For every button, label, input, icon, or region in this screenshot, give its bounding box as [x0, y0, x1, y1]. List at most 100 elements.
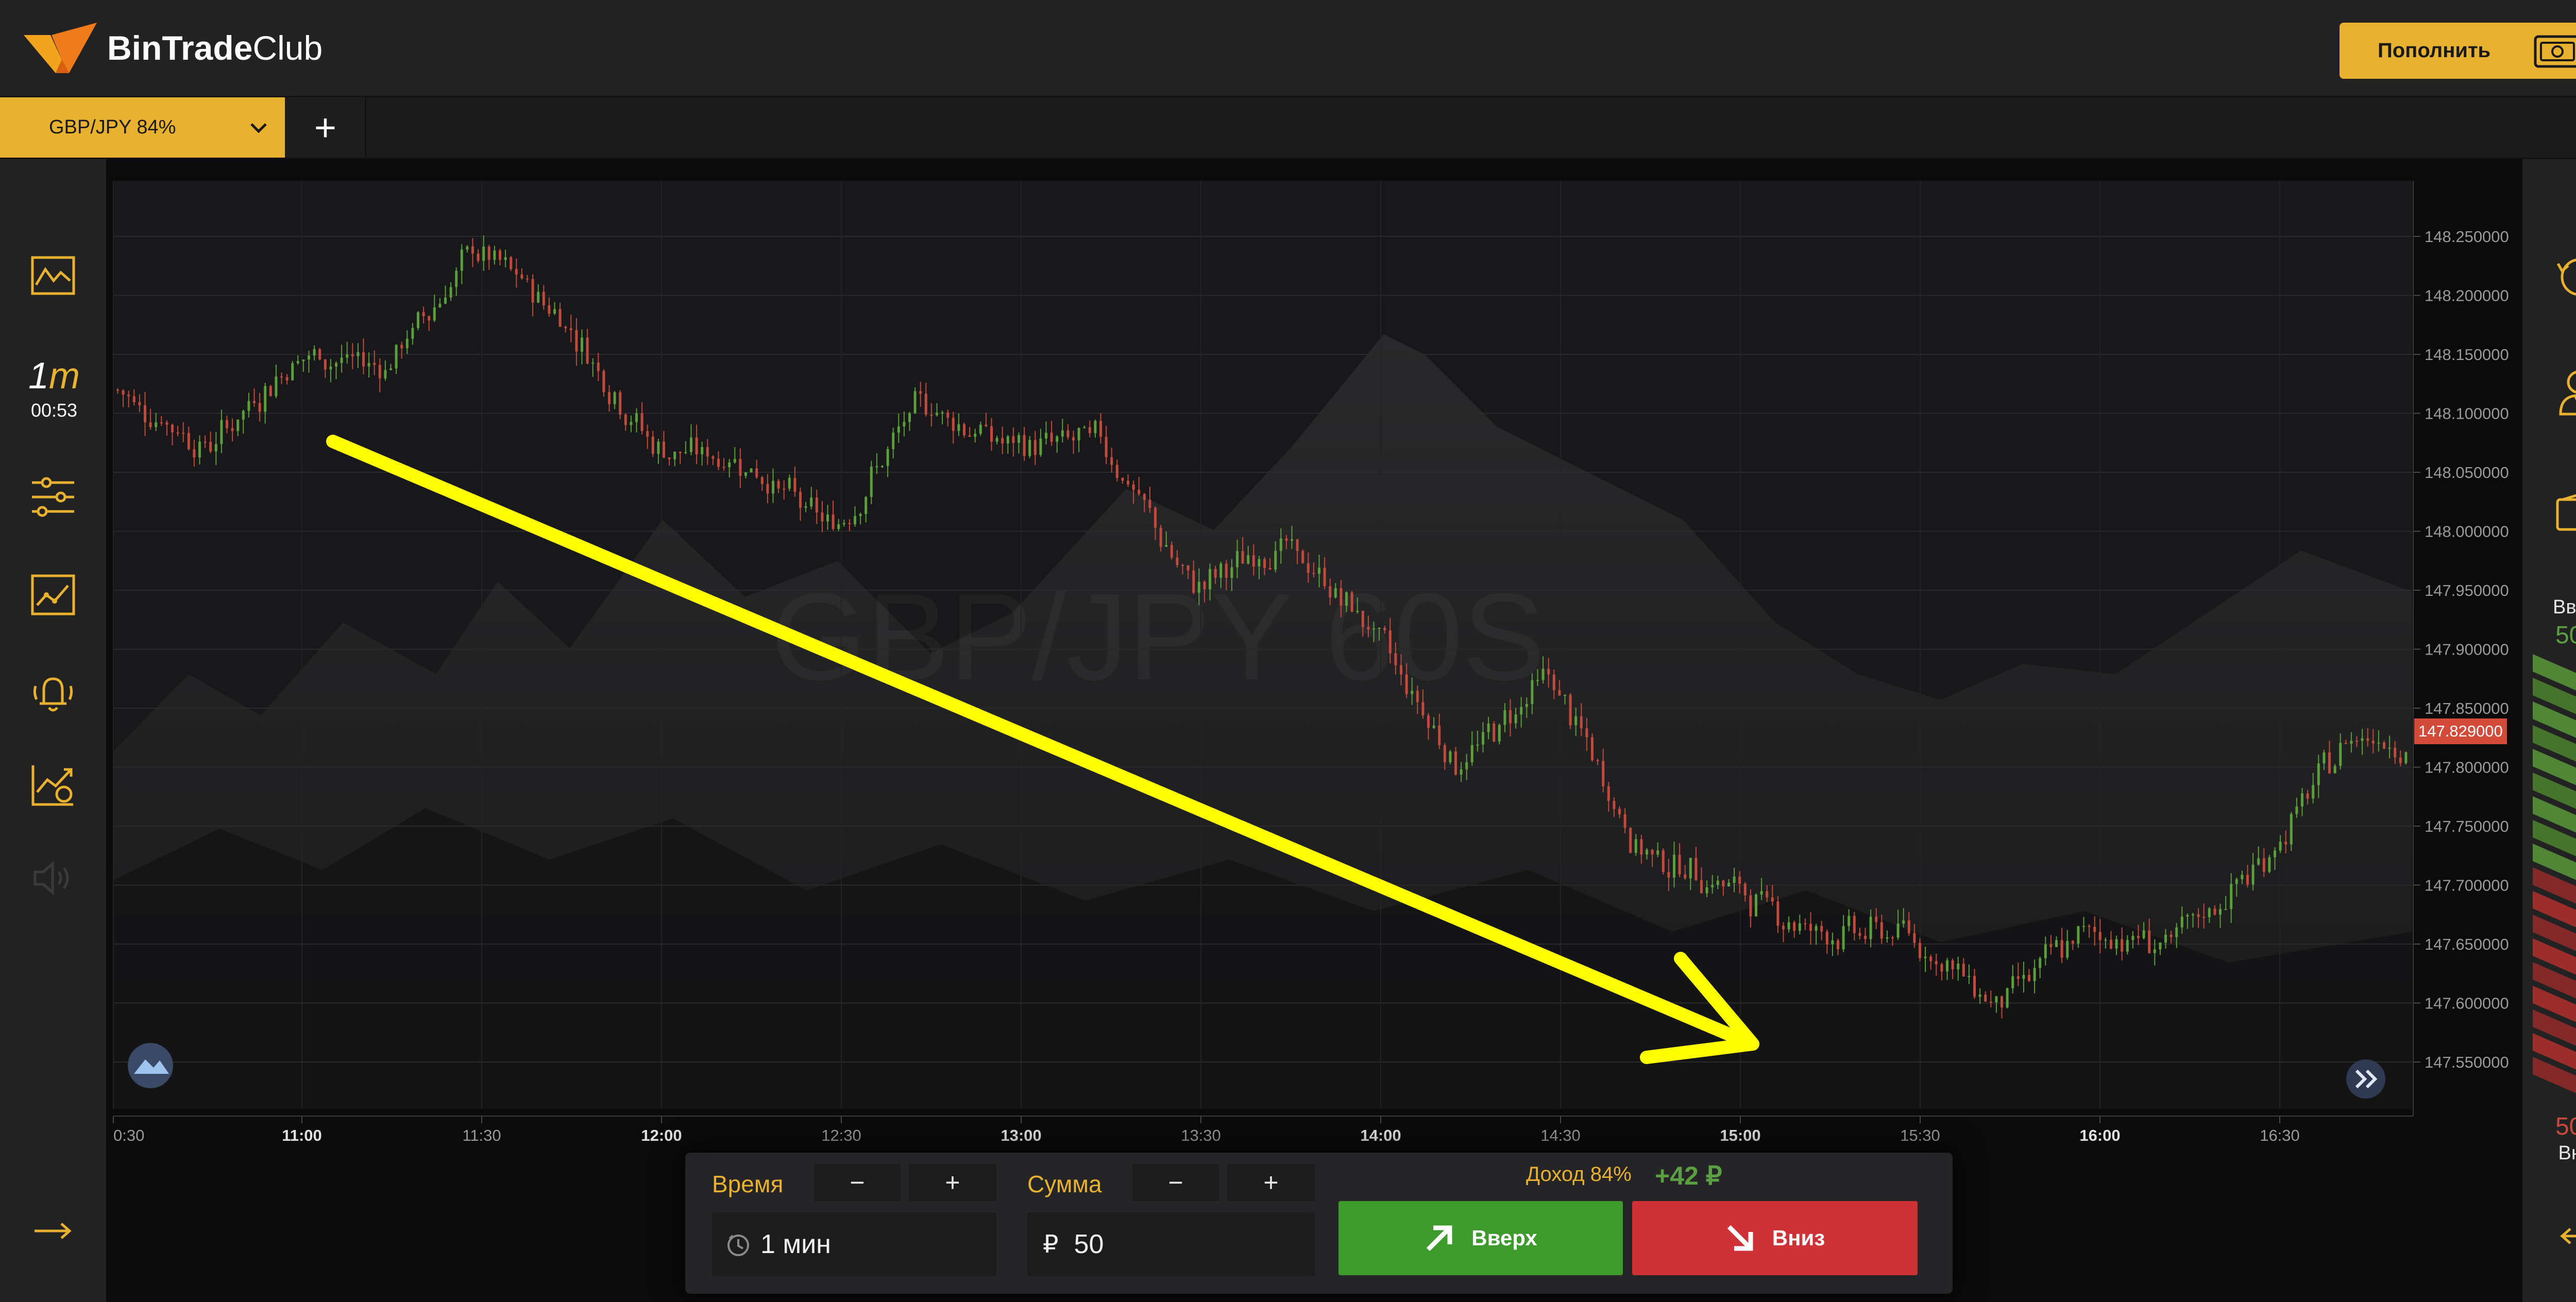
- sentiment-down-label: Вниз: [2558, 1142, 2576, 1164]
- candle-body: [510, 257, 513, 269]
- logo[interactable]: BinTradeClub: [20, 20, 323, 76]
- tab-label: GBP/JPY 84%: [49, 116, 176, 138]
- candle-body: [1552, 674, 1555, 691]
- time-value: 1 мин: [760, 1229, 831, 1259]
- candle-body: [646, 431, 649, 437]
- candle-body: [1623, 814, 1626, 828]
- candle-body: [1099, 421, 1102, 437]
- sell-down-button[interactable]: Вниз: [1632, 1201, 1918, 1275]
- y-axis: 148.250000 148.200000 148.150000 148.100000…: [2413, 228, 2509, 1071]
- candle-body: [160, 422, 163, 424]
- expand-arrow-icon[interactable]: [26, 1205, 80, 1257]
- collapse-arrow-icon[interactable]: [2550, 1210, 2576, 1262]
- candle-body: [444, 297, 447, 304]
- candle-body: [1181, 564, 1184, 566]
- candle-body: [2011, 976, 2014, 988]
- candle-body: [897, 426, 900, 433]
- candle-body: [575, 330, 578, 352]
- sound-icon[interactable]: [26, 855, 80, 901]
- candle-body: [2251, 864, 2255, 885]
- top-bar: [0, 0, 2576, 97]
- income-label: Доход 84%: [1526, 1163, 1632, 1186]
- settings-sliders-icon[interactable]: [26, 474, 80, 520]
- timeframe-selector[interactable]: 1m 00:53: [26, 355, 82, 427]
- candle-body: [995, 438, 998, 442]
- candle-body: [264, 386, 267, 412]
- candle-body: [608, 392, 611, 404]
- candle-body: [1935, 961, 1938, 965]
- x-tick-label: 0:30: [113, 1126, 144, 1144]
- candle-body: [2399, 757, 2402, 763]
- candle-body: [744, 472, 747, 476]
- candle-body: [428, 316, 431, 321]
- alert-bell-icon[interactable]: [26, 670, 80, 716]
- time-increase-button[interactable]: +: [909, 1164, 996, 1201]
- candle-body: [1875, 916, 1878, 922]
- y-tick-label: 148.000000: [2425, 523, 2509, 541]
- time-field[interactable]: 1 мин: [712, 1212, 996, 1276]
- candle-body: [1438, 725, 1441, 745]
- candle-body: [963, 424, 965, 436]
- candle-body: [291, 363, 294, 381]
- candle-body: [1088, 427, 1091, 434]
- amount-increase-button[interactable]: +: [1227, 1164, 1315, 1201]
- buy-up-button[interactable]: Вверх: [1338, 1201, 1623, 1275]
- candle-body: [373, 363, 376, 365]
- candle-body: [2001, 996, 2003, 1008]
- candle-body: [537, 292, 540, 303]
- chevron-down-icon[interactable]: [249, 120, 268, 135]
- chart-area[interactable]: GBP/JPY 60S 148.250000 148.200000 148.1500…: [106, 159, 2522, 1153]
- candle-body: [422, 312, 425, 317]
- candle-body: [1138, 490, 1141, 494]
- candle-body: [569, 328, 572, 330]
- wallet-icon[interactable]: [2550, 487, 2576, 535]
- candle-body: [810, 497, 813, 507]
- candle-body: [2350, 741, 2353, 744]
- candle-body: [1268, 568, 1272, 570]
- amount-field[interactable]: ₽ 50: [1027, 1212, 1315, 1276]
- candle-body: [1569, 695, 1572, 726]
- candle-body: [1602, 761, 1605, 786]
- income-value: +42 ₽: [1655, 1161, 1722, 1190]
- x-tick-label: 13:30: [1181, 1126, 1221, 1144]
- price-chart[interactable]: GBP/JPY 60S 148.250000 148.200000 148.1500…: [106, 159, 2522, 1153]
- sentiment-meter: [2533, 654, 2576, 1093]
- time-label: Время: [712, 1171, 784, 1197]
- chart-type-icon[interactable]: [26, 252, 80, 299]
- time-decrease-button[interactable]: −: [814, 1164, 901, 1201]
- candle-body: [1596, 760, 1599, 762]
- candle-body: [1241, 551, 1244, 564]
- candle-body: [558, 309, 562, 327]
- candle-body: [1957, 964, 1960, 970]
- candle-body: [2148, 930, 2151, 953]
- add-tab-button[interactable]: +: [286, 97, 366, 158]
- candle-body: [2126, 940, 2129, 952]
- candle-body: [826, 515, 829, 522]
- indicators-icon[interactable]: [26, 572, 80, 618]
- profile-icon[interactable]: [2550, 368, 2576, 417]
- candle-body: [859, 513, 862, 517]
- candle-body: [1094, 421, 1097, 434]
- candle-body: [854, 516, 856, 524]
- candle-body: [1033, 440, 1037, 455]
- candle-body: [597, 362, 600, 371]
- tab-asset-gbpjpy[interactable]: GBP/JPY 84%: [0, 97, 285, 158]
- deposit-button[interactable]: Пополнить: [2340, 23, 2576, 79]
- candle-body: [903, 422, 906, 426]
- candle-body: [2377, 742, 2380, 744]
- candle-body: [2388, 747, 2391, 749]
- candle-body: [2192, 914, 2194, 916]
- scroll-to-latest-button[interactable]: [2346, 1059, 2385, 1099]
- chart-watermark: GBP/JPY 60S: [771, 568, 1545, 706]
- amount-decrease-button[interactable]: −: [1132, 1164, 1219, 1201]
- candle-body: [193, 449, 196, 458]
- trading-signals-icon[interactable]: [26, 762, 80, 809]
- candle-body: [848, 523, 851, 524]
- chart-theme-button[interactable]: [128, 1043, 173, 1088]
- candle-body: [1225, 563, 1228, 578]
- history-icon[interactable]: [2550, 252, 2576, 301]
- candle-body: [1574, 716, 1578, 726]
- candle-body: [1929, 956, 1933, 962]
- candle-body: [2110, 939, 2112, 949]
- candle-body: [1711, 885, 1714, 887]
